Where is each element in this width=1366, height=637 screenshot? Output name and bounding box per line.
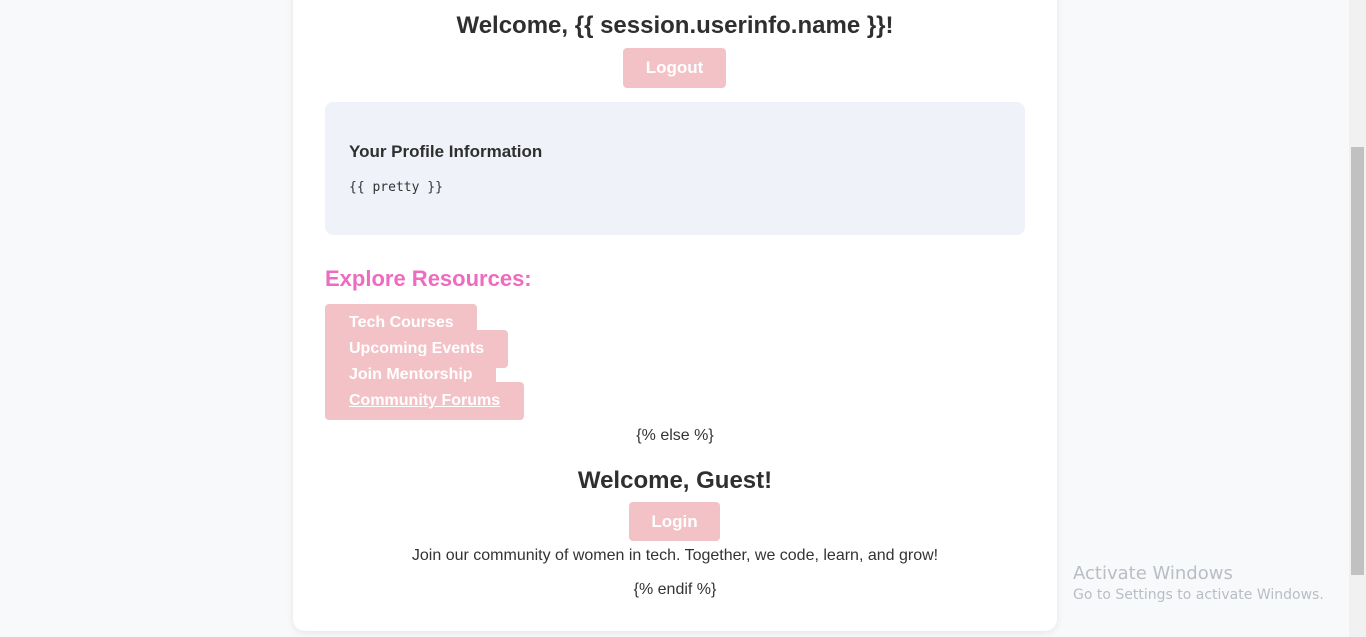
profile-heading: Your Profile Information — [349, 142, 543, 161]
welcome-title: Welcome, {{ session.userinfo.name }}! — [456, 12, 894, 39]
browser-viewport: Welcome, {{ session.userinfo.name }}! Lo… — [0, 0, 1366, 637]
community-tagline: Join our community of women in tech. Tog… — [411, 547, 939, 564]
watermark-subtitle: Go to Settings to activate Windows. — [1073, 587, 1324, 603]
activate-windows-watermark: Activate Windows Go to Settings to activ… — [1073, 563, 1324, 605]
resource-link-label: Community Forums — [349, 392, 501, 409]
scrollbar-thumb[interactable] — [1351, 147, 1364, 575]
main-card: Welcome, {{ session.userinfo.name }}! Lo… — [293, 0, 1057, 631]
template-else-text: {% else %} — [636, 427, 714, 444]
resource-link-community-forums[interactable]: Community Forums — [325, 382, 524, 420]
resource-link-label: Join Mentorship — [349, 366, 473, 383]
explore-resources-heading: Explore Resources: — [325, 266, 532, 291]
profile-content: {{ pretty }} — [349, 180, 443, 195]
watermark-title: Activate Windows — [1073, 563, 1233, 584]
profile-panel: Your Profile Information {{ pretty }} — [325, 102, 1025, 235]
guest-welcome-title: Welcome, Guest! — [577, 467, 773, 494]
template-endif-text: {% endif %} — [633, 581, 717, 598]
resource-link-label: Upcoming Events — [349, 340, 485, 357]
logout-button[interactable]: Logout — [623, 48, 726, 88]
resource-link-label: Tech Courses — [349, 314, 454, 331]
vertical-scrollbar[interactable] — [1349, 0, 1366, 637]
login-button[interactable]: Login — [629, 502, 720, 541]
